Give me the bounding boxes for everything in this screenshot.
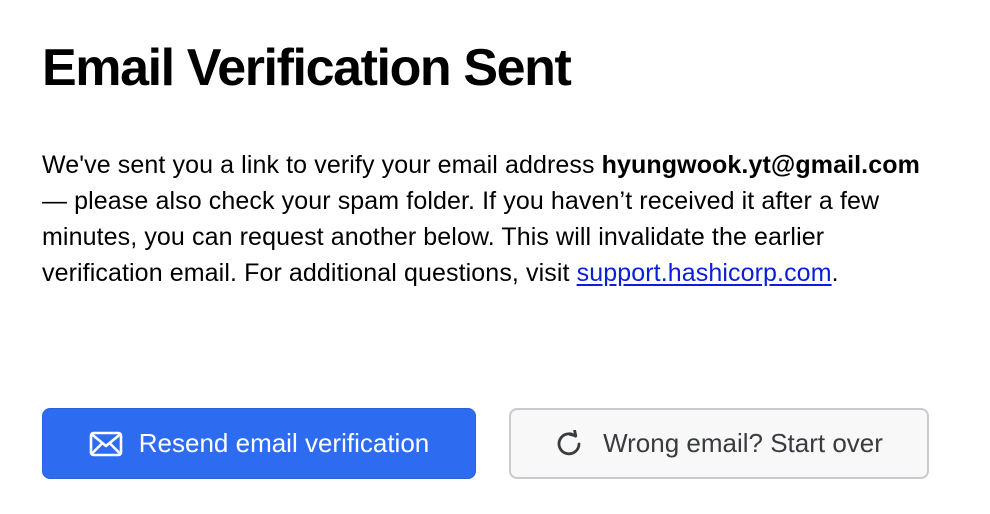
refresh-icon	[555, 429, 583, 458]
support-link[interactable]: support.hashicorp.com	[577, 259, 832, 287]
message-end: .	[831, 259, 839, 287]
resend-button-label: Resend email verification	[138, 428, 430, 458]
mail-icon	[89, 431, 123, 457]
resend-verification-button[interactable]: Resend email verification	[42, 408, 476, 479]
message-intro: We've sent you a link to verify your ema…	[42, 151, 602, 179]
email-address: hyungwook.yt@gmail.com	[601, 151, 920, 179]
start-over-button[interactable]: Wrong email? Start over	[509, 408, 929, 479]
page-title: Email Verification Sent	[42, 39, 572, 97]
start-over-button-label: Wrong email? Start over	[603, 428, 883, 458]
verification-message: We've sent you a link to verify your ema…	[42, 147, 942, 291]
